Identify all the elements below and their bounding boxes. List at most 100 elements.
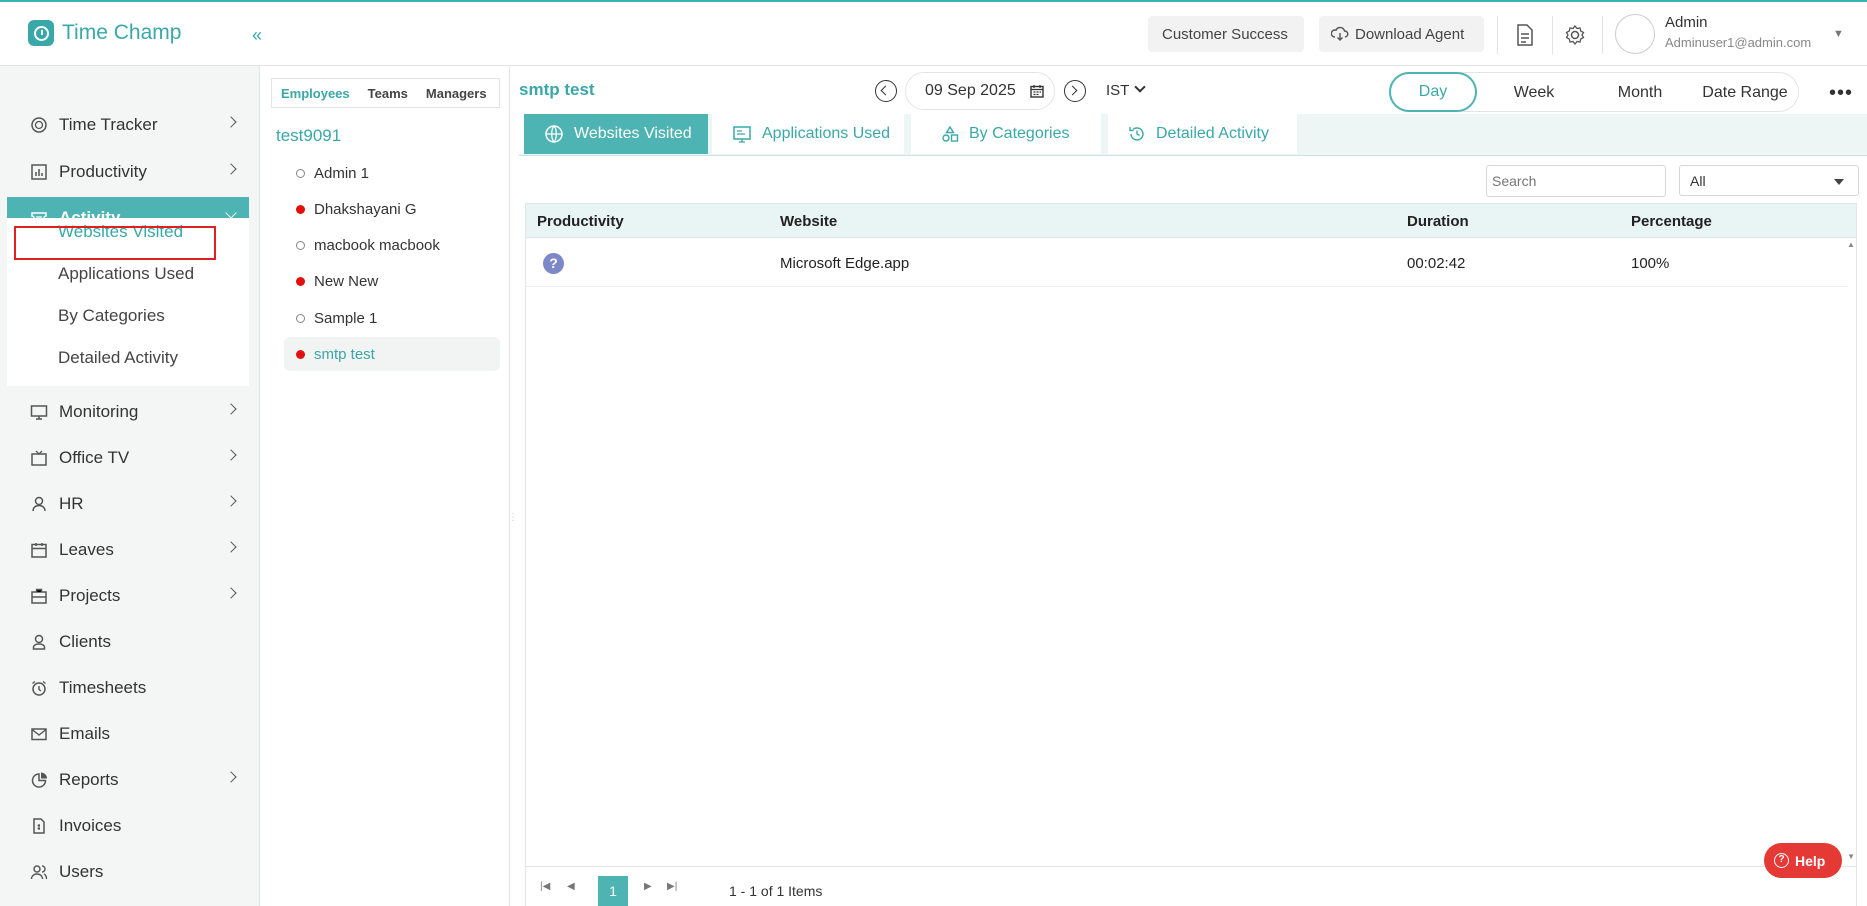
- page-number-button[interactable]: 1: [598, 876, 628, 906]
- last-page-icon[interactable]: ▶|: [667, 881, 677, 892]
- sidebar-item-time-tracker[interactable]: Time Tracker: [7, 104, 249, 146]
- gear-icon[interactable]: [1562, 22, 1588, 48]
- table-header: Productivity Website Duration Percentage: [526, 204, 1856, 238]
- download-agent-button[interactable]: Download Agent: [1319, 16, 1484, 52]
- column-header-website[interactable]: Website: [780, 213, 837, 230]
- status-offline-icon: [296, 313, 305, 323]
- invoice-icon: [29, 816, 49, 836]
- customer-success-button[interactable]: Customer Success: [1148, 16, 1304, 52]
- calendar-icon[interactable]: [1030, 84, 1044, 98]
- tab-applications-used[interactable]: Applications Used: [712, 114, 904, 154]
- scroll-down-icon[interactable]: ▼: [1847, 852, 1855, 861]
- user-name[interactable]: Admin: [1665, 14, 1708, 31]
- column-header-productivity[interactable]: Productivity: [537, 213, 624, 230]
- submenu-item-by-categories[interactable]: By Categories: [58, 306, 165, 326]
- header-divider: [1552, 16, 1553, 54]
- document-icon[interactable]: [1511, 22, 1537, 48]
- search-input[interactable]: [1486, 165, 1666, 197]
- pagination: |◀ ◀ 1 ▶ ▶| 1 - 1 of 1 Items: [526, 866, 1856, 906]
- cloud-download-icon: [1331, 26, 1349, 41]
- employee-item[interactable]: macbook macbook: [284, 228, 500, 262]
- question-icon: ?: [543, 253, 564, 274]
- table-row[interactable]: ? Microsoft Edge.app 00:02:42 100%: [526, 239, 1848, 287]
- sidebar-item-label: Office TV: [59, 448, 130, 467]
- range-date-range-button[interactable]: Date Range: [1690, 73, 1800, 113]
- tv-icon: [29, 448, 49, 468]
- sidebar-item-label: Productivity: [59, 162, 147, 181]
- employee-item[interactable]: Dhakshayani G: [284, 192, 500, 226]
- chevron-right-icon: [225, 587, 237, 599]
- tab-managers[interactable]: Managers: [417, 86, 496, 101]
- chevron-down-icon[interactable]: [1134, 81, 1146, 93]
- user-menu-chevron-down-icon[interactable]: ▼: [1833, 28, 1844, 40]
- user-email: Adminuser1@admin.com: [1665, 35, 1812, 50]
- employee-name: Admin 1: [314, 164, 370, 182]
- sidebar-item-monitoring[interactable]: Monitoring: [7, 391, 249, 433]
- chevron-right-icon: [225, 449, 237, 461]
- tab-teams[interactable]: Teams: [359, 86, 417, 101]
- tab-by-categories[interactable]: By Categories: [911, 114, 1101, 154]
- previous-page-icon[interactable]: ◀: [567, 881, 575, 892]
- header-divider: [1497, 16, 1498, 54]
- sidebar-item-label: Users: [59, 862, 104, 881]
- client-icon: [29, 632, 49, 652]
- next-date-button[interactable]: [1064, 80, 1086, 102]
- date-value: 09 Sep 2025: [925, 82, 1016, 99]
- monitor-icon: [29, 402, 49, 422]
- status-online-icon: [296, 349, 305, 359]
- status-online-icon: [296, 276, 305, 286]
- activity-tabs: Websites Visited Applications Used By Ca…: [519, 114, 1867, 156]
- next-page-icon[interactable]: ▶: [644, 881, 652, 892]
- productivity-filter-select[interactable]: All: [1679, 165, 1859, 196]
- timezone-select[interactable]: IST: [1106, 82, 1129, 99]
- tab-employees[interactable]: Employees: [272, 86, 359, 101]
- tab-detailed-activity[interactable]: Detailed Activity: [1108, 114, 1297, 154]
- sidebar-item-timesheets[interactable]: Timesheets: [7, 667, 249, 709]
- column-header-duration[interactable]: Duration: [1407, 213, 1469, 230]
- sidebar-item-users[interactable]: Users: [7, 851, 249, 893]
- sidebar-item-invoices[interactable]: Invoices: [7, 805, 249, 847]
- sidebar-item-reports[interactable]: Reports: [7, 759, 249, 801]
- sidebar-item-productivity[interactable]: Productivity: [7, 151, 249, 193]
- column-header-percentage[interactable]: Percentage: [1631, 213, 1712, 230]
- range-month-button[interactable]: Month: [1585, 73, 1695, 113]
- sidebar-item-hr[interactable]: HR: [7, 483, 249, 525]
- previous-date-button[interactable]: [875, 80, 897, 102]
- sidebar-item-leaves[interactable]: Leaves: [7, 529, 249, 571]
- submenu-item-detailed-activity[interactable]: Detailed Activity: [58, 348, 178, 368]
- duration-cell: 00:02:42: [1407, 255, 1466, 272]
- calendar-icon: [29, 540, 49, 560]
- sidebar-item-office-tv[interactable]: Office TV: [7, 437, 249, 479]
- scroll-up-icon[interactable]: ▲: [1847, 240, 1855, 249]
- sidebar-item-label: Timesheets: [59, 678, 147, 697]
- sidebar-item-projects[interactable]: Projects: [7, 575, 249, 617]
- tab-label: By Categories: [969, 125, 1070, 142]
- panel-resize-handle[interactable]: ⋮: [508, 512, 518, 523]
- collapse-sidebar-icon[interactable]: «: [246, 24, 268, 46]
- chevron-right-icon: [1067, 85, 1078, 96]
- chevron-down-icon: [225, 207, 237, 219]
- employee-item[interactable]: Admin 1: [284, 156, 500, 190]
- chevron-right-icon: [225, 541, 237, 553]
- sidebar-item-clients[interactable]: Clients: [7, 621, 249, 663]
- sidebar-item-emails[interactable]: Emails: [7, 713, 249, 755]
- team-name[interactable]: test9091: [276, 126, 341, 146]
- help-button[interactable]: ? Help: [1764, 843, 1842, 878]
- range-week-button[interactable]: Week: [1490, 73, 1578, 113]
- sidebar: Time Tracker Productivity Activity Websi…: [0, 66, 260, 906]
- date-picker[interactable]: 09 Sep 2025: [905, 72, 1055, 110]
- chevron-right-icon: [225, 403, 237, 415]
- employee-item[interactable]: New New: [284, 264, 500, 298]
- first-page-icon[interactable]: |◀: [540, 881, 550, 892]
- employee-item-selected[interactable]: smtp test: [284, 337, 500, 371]
- employee-item[interactable]: Sample 1: [284, 301, 500, 335]
- tab-label: Detailed Activity: [1156, 125, 1269, 142]
- avatar[interactable]: [1615, 14, 1655, 54]
- range-day-button[interactable]: Day: [1389, 72, 1477, 112]
- app-logo[interactable]: Time Champ: [28, 20, 181, 46]
- help-label: Help: [1795, 852, 1826, 869]
- chevron-down-icon: [1834, 179, 1844, 185]
- submenu-item-applications-used[interactable]: Applications Used: [58, 264, 194, 284]
- tab-websites-visited[interactable]: Websites Visited: [519, 114, 708, 154]
- more-options-icon[interactable]: •••: [1829, 82, 1853, 105]
